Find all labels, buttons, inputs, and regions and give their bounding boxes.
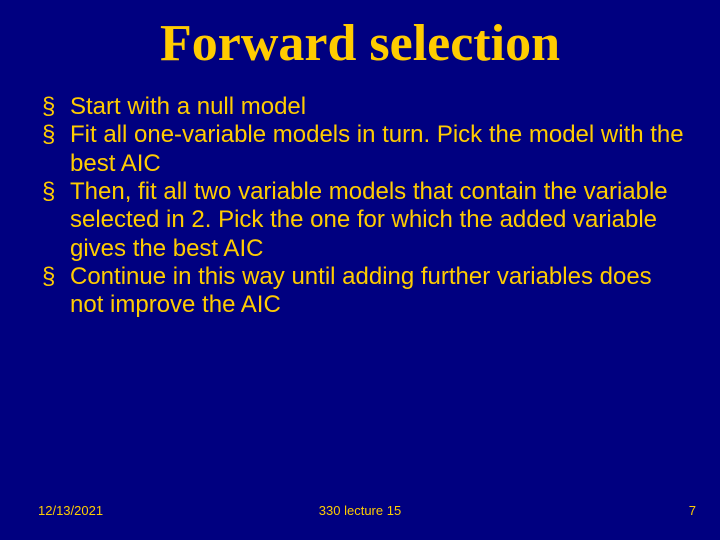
bullet-list: Start with a null model Fit all one-vari… bbox=[38, 93, 690, 320]
slide: Forward selection Start with a null mode… bbox=[0, 0, 720, 540]
list-item: Then, fit all two variable models that c… bbox=[38, 178, 690, 263]
footer-center: 330 lecture 15 bbox=[0, 503, 720, 518]
footer-page-number: 7 bbox=[689, 503, 696, 518]
slide-content: Start with a null model Fit all one-vari… bbox=[0, 93, 720, 320]
list-item: Start with a null model bbox=[38, 93, 690, 121]
list-item: Continue in this way until adding furthe… bbox=[38, 263, 690, 320]
list-item: Fit all one-variable models in turn. Pic… bbox=[38, 121, 690, 178]
slide-title: Forward selection bbox=[0, 0, 720, 93]
